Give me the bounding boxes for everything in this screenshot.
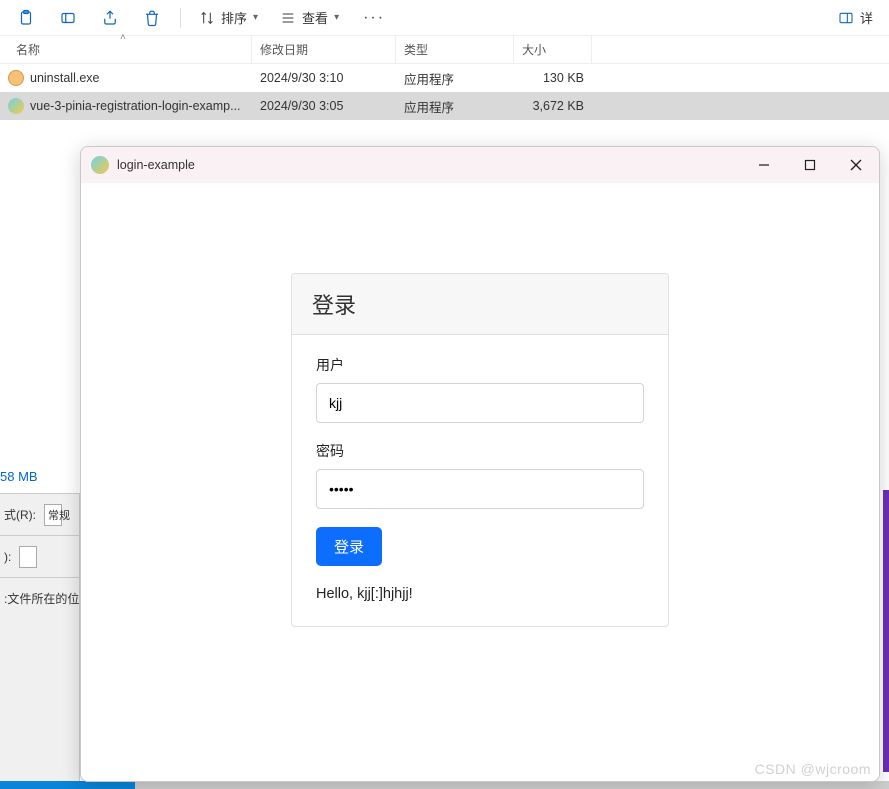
explorer-toolbar: 排序 ▾ 查看 ▾ ··· 详 [0,0,889,36]
card-title: 登录 [292,274,668,335]
password-input[interactable] [316,469,644,509]
sort-asc-icon: ˄ [120,32,126,43]
app-icon [91,156,109,174]
progress-bar-filled [0,781,135,789]
file-row[interactable]: vue-3-pinia-registration-login-examp... 2… [0,92,889,120]
file-name: vue-3-pinia-registration-login-examp... [30,99,241,113]
col-header-size[interactable]: 大小 [514,36,592,63]
file-name: uninstall.exe [30,71,100,85]
more-button[interactable]: ··· [351,9,397,27]
details-pane-icon [838,10,854,26]
password-label: 密码 [316,441,644,461]
location-row: :文件所在的位 [0,578,79,607]
toolbar-divider [180,8,181,28]
view-dropdown[interactable]: 查看 ▾ [270,1,349,35]
file-row[interactable]: uninstall.exe 2024/9/30 3:10应用程序130 KB [0,64,889,92]
file-icon [8,98,24,114]
sort-icon [199,10,215,26]
disk-size: 58 MB [0,469,38,484]
delete-button[interactable] [132,1,172,35]
colon-row: ): [0,536,79,578]
left-partial-panel: 58 MB 式(R): 常规 ): :文件所在的位 [0,469,80,789]
minimize-button[interactable] [741,147,787,183]
login-button[interactable]: 登录 [316,527,382,566]
sort-dropdown[interactable]: 排序 ▾ [189,1,268,35]
file-icon [8,70,24,86]
style-row: 式(R): 常规 [0,494,79,536]
paste-button[interactable] [6,1,46,35]
col-header-modified[interactable]: 修改日期 [252,36,396,63]
file-date: 2024/9/30 3:10 [252,71,396,85]
sort-label: 排序 [221,8,247,27]
login-card: 登录 用户 密码 登录 Hello, kjj[:]hjhjj! [291,273,669,627]
file-type: 应用程序 [396,69,514,88]
col-header-name[interactable]: 名称 ˄ [0,36,252,63]
file-list: uninstall.exe 2024/9/30 3:10应用程序130 KB vue… [0,64,889,120]
progress-bar-track [135,781,889,789]
login-app-window: login-example 登录 用户 密码 登录 Hello, kjj[:]h… [80,146,880,782]
column-headers: 名称 ˄ 修改日期 类型 大小 [0,36,889,64]
window-title: login-example [117,158,195,172]
app-body: 登录 用户 密码 登录 Hello, kjj[:]hjhjj! [81,183,879,627]
view-icon [280,10,296,26]
share-button[interactable] [90,1,130,35]
user-input[interactable] [316,383,644,423]
close-button[interactable] [833,147,879,183]
chevron-down-icon: ▾ [253,12,258,23]
details-pane-button[interactable]: 详 [828,1,883,35]
rename-button[interactable] [48,1,88,35]
file-type: 应用程序 [396,97,514,116]
right-edge-strip [883,490,889,772]
file-date: 2024/9/30 3:05 [252,99,396,113]
maximize-button[interactable] [787,147,833,183]
input-box[interactable] [19,546,37,568]
details-label: 详 [860,8,873,27]
view-label: 查看 [302,8,328,27]
titlebar: login-example [81,147,879,183]
watermark: CSDN @wjcroom [755,761,871,777]
style-dropdown[interactable]: 常规 [44,504,62,526]
col-header-type[interactable]: 类型 [396,36,514,63]
greeting-text: Hello, kjj[:]hjhjj! [316,586,644,602]
chevron-down-icon: ▾ [334,12,339,23]
file-size: 130 KB [514,71,592,85]
user-label: 用户 [316,355,644,375]
file-size: 3,672 KB [514,99,592,113]
